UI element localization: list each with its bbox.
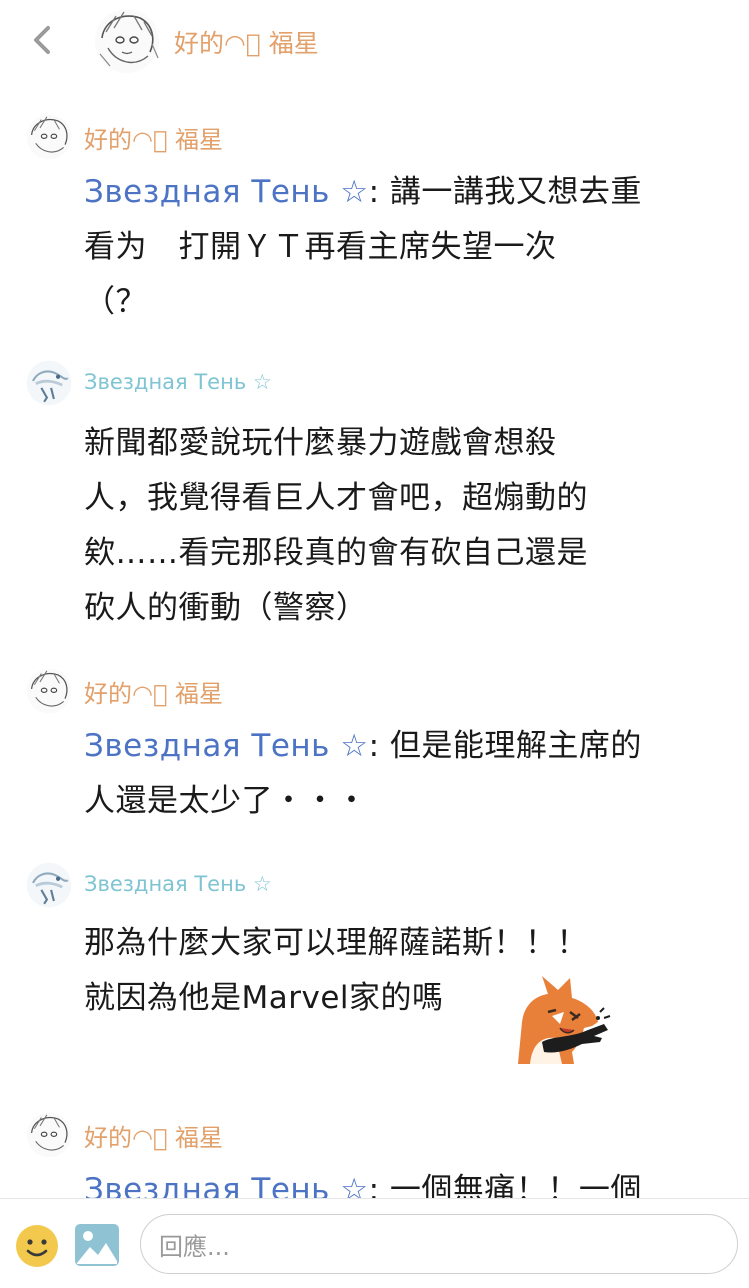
top-bar: 好的◠ͦ 福星 bbox=[0, 0, 749, 86]
image-icon[interactable] bbox=[74, 1223, 120, 1267]
author-name[interactable]: Звездная Тень ☆ bbox=[84, 872, 272, 896]
reply-bar: 回應... bbox=[0, 1198, 749, 1288]
avatar[interactable] bbox=[94, 8, 160, 74]
mention-link[interactable]: Звездная Тень ☆ bbox=[84, 728, 369, 764]
mention-link[interactable]: Звездная Тень ☆ bbox=[84, 174, 369, 210]
avatar[interactable] bbox=[26, 360, 72, 406]
back-arrow-icon[interactable] bbox=[22, 20, 62, 60]
comment-feed[interactable]: 好的◠ͦ 福星 Звездная Тень ☆: 講一講我又想去重 看为 打開Ｙ… bbox=[0, 86, 749, 1198]
message-text: Звездная Тень ☆: 講一講我又想去重 看为 打開ＹＴ再看主席失望一… bbox=[84, 174, 642, 320]
message-text: 新聞都愛說玩什麼暴力遊戲會想殺 人，我覺得看巨人才會吧，超煽動的 欸……看完那段… bbox=[84, 425, 588, 626]
avatar[interactable] bbox=[26, 862, 72, 908]
author-name[interactable]: 好的◠ͦ 福星 bbox=[84, 120, 223, 155]
mention-link[interactable]: Звездная Тень ☆ bbox=[84, 1172, 369, 1198]
message-text: Звездная Тень ☆: 一個無痛！！一個 bbox=[84, 1163, 704, 1198]
author-name[interactable]: Звездная Тень ☆ bbox=[84, 370, 272, 394]
smiley-icon[interactable] bbox=[14, 1223, 60, 1269]
reply-input[interactable]: 回應... bbox=[140, 1214, 738, 1274]
avatar[interactable] bbox=[26, 114, 72, 160]
avatar[interactable] bbox=[26, 1112, 72, 1158]
author-name[interactable]: 好的◠ͦ 福星 bbox=[84, 1118, 223, 1153]
author-name[interactable]: 好的◠ͦ 福星 bbox=[84, 674, 223, 709]
fox-pointing-sticker bbox=[518, 976, 611, 1064]
message-text: Звездная Тень ☆: 但是能理解主席的 人還是太少了・・・ bbox=[84, 728, 642, 819]
avatar[interactable] bbox=[26, 668, 72, 714]
header-title[interactable]: 好的◠ͦ 福星 bbox=[174, 24, 319, 60]
